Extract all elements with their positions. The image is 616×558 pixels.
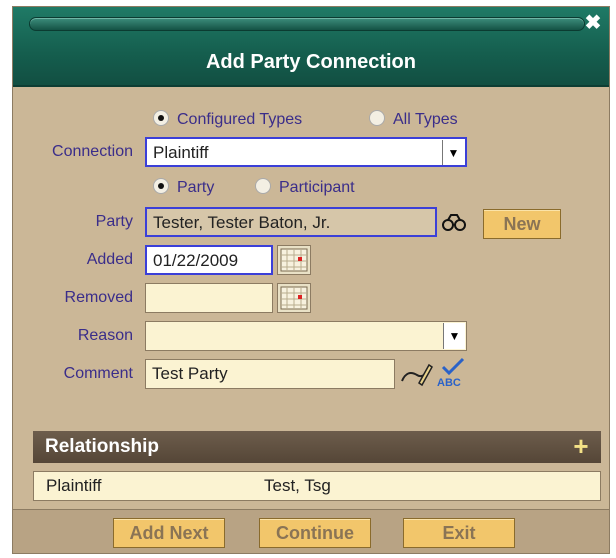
radio-configured-label: Configured Types <box>177 111 303 128</box>
removed-date-field[interactable] <box>145 283 273 313</box>
svg-text:ABC: ABC <box>437 377 461 389</box>
radio-participant[interactable]: Participant <box>255 177 355 197</box>
reason-select[interactable]: ▼ <box>145 321 467 351</box>
chevron-down-icon[interactable]: ▼ <box>442 140 464 165</box>
close-icon[interactable]: ✖ <box>583 13 603 33</box>
calendar-icon[interactable] <box>277 245 311 275</box>
calendar-icon[interactable] <box>277 283 311 313</box>
connection-value: Plaintiff <box>153 143 209 162</box>
relationship-header: Relationship + <box>33 431 601 463</box>
added-date-value: 01/22/2009 <box>153 251 239 270</box>
new-party-button[interactable]: New <box>483 209 561 239</box>
party-field[interactable]: Tester, Tester Baton, Jr. <box>145 207 437 237</box>
title-decoration <box>29 17 585 31</box>
party-value: Tester, Tester Baton, Jr. <box>153 213 331 232</box>
pen-icon[interactable] <box>399 359 433 389</box>
spellcheck-abc-icon[interactable]: ABC <box>435 357 469 389</box>
radio-button-icon[interactable] <box>153 109 169 126</box>
table-row[interactable]: Plaintiff Test, Tsg <box>33 471 601 501</box>
title-bar: ✖ Add Party Connection <box>13 7 609 87</box>
radio-button-icon[interactable] <box>369 109 385 126</box>
comment-label: Comment <box>63 365 133 382</box>
connection-label: Connection <box>52 143 133 160</box>
add-party-connection-dialog: ✖ Add Party Connection Configured Types … <box>12 6 610 554</box>
add-next-button[interactable]: Add Next <box>113 518 225 548</box>
party-label: Party <box>95 213 133 230</box>
footer-bar: Add Next Continue Exit <box>13 509 609 553</box>
comment-value: Test Party <box>152 364 228 383</box>
radio-all-label: All Types <box>393 111 458 128</box>
added-date-field[interactable]: 01/22/2009 <box>145 245 273 275</box>
radio-button-icon[interactable] <box>153 177 169 194</box>
radio-all-types[interactable]: All Types <box>369 109 458 129</box>
connection-select[interactable]: Plaintiff ▼ <box>145 137 467 167</box>
comment-field[interactable]: Test Party <box>145 359 395 389</box>
reason-label: Reason <box>77 327 133 344</box>
radio-button-icon[interactable] <box>255 177 271 194</box>
continue-button[interactable]: Continue <box>259 518 371 548</box>
added-label: Added <box>86 251 133 268</box>
relationship-type: Plaintiff <box>46 476 102 495</box>
radio-configured-types[interactable]: Configured Types <box>153 109 303 129</box>
radio-party[interactable]: Party <box>153 177 215 197</box>
radio-participant-label: Participant <box>279 179 355 196</box>
exit-button[interactable]: Exit <box>403 518 515 548</box>
binoculars-icon[interactable] <box>441 211 467 233</box>
relationship-title: Relationship <box>45 436 160 457</box>
relationship-name: Test, Tsg <box>264 476 331 495</box>
plus-icon[interactable]: + <box>569 433 593 459</box>
dialog-title: Add Party Connection <box>205 51 416 73</box>
removed-label: Removed <box>64 289 133 306</box>
radio-party-label: Party <box>177 179 215 196</box>
chevron-down-icon[interactable]: ▼ <box>443 323 465 349</box>
